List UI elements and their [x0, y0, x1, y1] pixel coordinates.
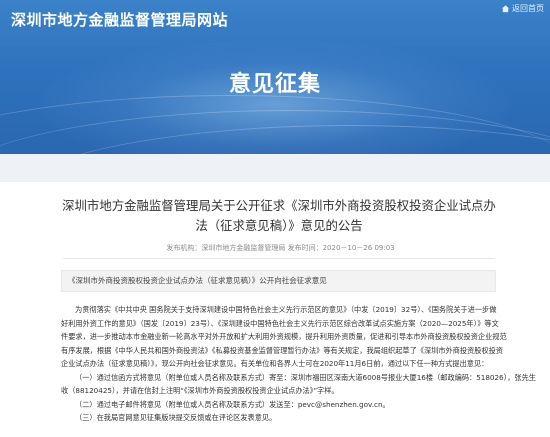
body-line: （二）通过电子邮件将意见（附单位或人员名称及联系方式）发送至：pevc@shen…	[75, 399, 390, 409]
content-band	[0, 154, 550, 182]
body-line: 收（88120425），并请在信封上注明“《深圳市外商投资股权投资企业试点办法》…	[61, 386, 339, 395]
article-meta: 发布机构：深圳市地方金融监督管理局 发布时间：2020－10－26 09:03	[166, 244, 395, 252]
site-header: 深圳市地方金融监督管理局网站 返回首页 意见征集	[0, 0, 550, 154]
home-icon	[501, 5, 510, 13]
body-line: 件要求，进一步推动本市金融业新一轮高水平对外开放和扩大利用外资规模，提升利用外资…	[61, 332, 507, 341]
back-link-label: 返回首页	[512, 4, 544, 13]
article-headline: 深圳市地方金融监督管理局关于公开征求《深圳市外商投资股权投资企业试点办法（征求意…	[62, 198, 496, 233]
body-line: 为贯彻落实《中共中央 国务院关于支持深圳建设中国特色社会主义先行示范区的意见》（…	[75, 305, 497, 314]
site-title[interactable]: 深圳市地方金融监督管理局网站	[11, 9, 228, 30]
article-body: 为贯彻落实《中共中央 国务院关于支持深圳建设中国特色社会主义先行示范区的意见》（…	[61, 303, 536, 425]
body-line: 好利用外资工作的意见》（国发〔2019〕23号）、《深圳建设中国特色社会主义先行…	[61, 318, 499, 328]
article-card: 深圳市地方金融监督管理局关于公开征求《深圳市外商投资股权投资企业试点办法（征求意…	[47, 182, 536, 437]
article-summary: 《深圳市外商投资股权投资企业试点办法（征求意见稿）》公开向社会征求意见	[61, 270, 496, 292]
body-line: （一）通过信函方式将意见（附单位或人员名称及联系方式）寄至：深圳市福田区深南大道…	[75, 372, 536, 382]
divider	[63, 258, 495, 259]
back-to-home-link[interactable]: 返回首页	[501, 3, 544, 14]
body-line: 有序发展，根据《中华人民共和国外商投资法》《私募投资基金监督管理暂行办法》等有关…	[61, 345, 504, 355]
body-line: （三）在我局官网意见征集版块提交反馈或在评论区发表意见。	[75, 413, 277, 422]
page-hero-title: 意见征集	[228, 72, 321, 97]
body-line: 企业试点办法（征求意见稿）》，现公开向社会征求意见。有关单位和各界人士可在202…	[61, 359, 489, 368]
